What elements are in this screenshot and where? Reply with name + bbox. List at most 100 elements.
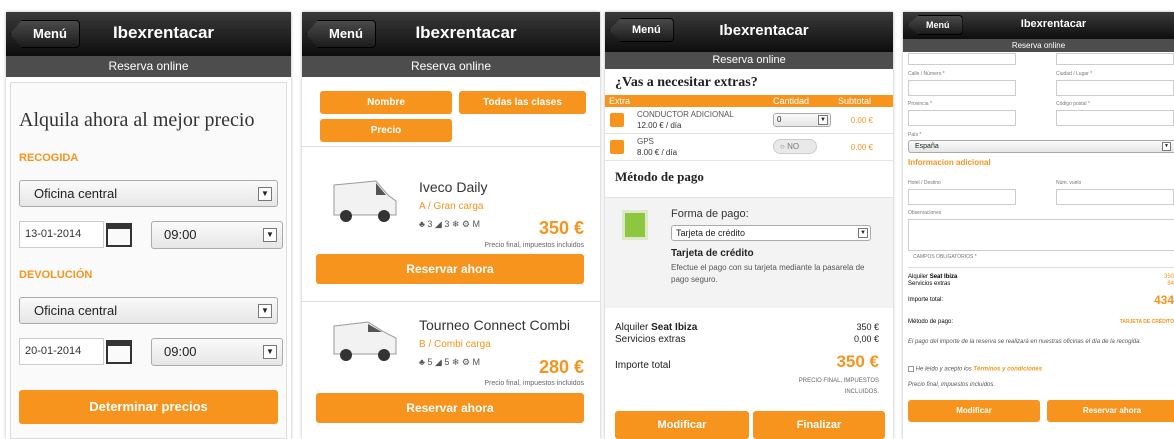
zip-label: Código postal * [1056, 101, 1090, 107]
chevron-down-icon: ▼ [858, 228, 868, 238]
brand-title: Ibexrentacar [719, 22, 809, 39]
return-date-field[interactable]: 20-01-2014 [19, 338, 104, 365]
province-input[interactable] [908, 110, 1016, 126]
terms-checkbox[interactable] [908, 366, 914, 372]
extra-subtotal: 0.00 € [850, 143, 873, 152]
rental-value: 350 € [856, 322, 879, 332]
terms-text: He leído y acepto los [915, 366, 972, 373]
gps-toggle[interactable]: ○ NO [773, 139, 817, 154]
reserve-button[interactable]: Reservar ahora [1047, 400, 1174, 422]
header-extra: Extra [609, 96, 631, 106]
pay-form-label: Forma de pago: [671, 208, 749, 220]
brand-title: Ibexrentacar [112, 23, 215, 42]
filter-bar: Nombre Todas las clases Precio [302, 77, 600, 147]
terms-link[interactable]: Términos y condiciones [973, 367, 1042, 373]
finish-button[interactable]: Finalizar [753, 411, 885, 439]
top-bar: Menú Ibexrentacar [6, 12, 291, 56]
payment-panel: Forma de pago: Tarjeta de crédito ▼ Tarje… [605, 198, 893, 308]
subtitle-bar: Reserva online [302, 56, 600, 77]
van-image [333, 180, 397, 222]
flight-label: Núm. vuelo [1056, 180, 1082, 186]
rental-label: Alquiler [615, 322, 649, 333]
determine-prices-button[interactable]: Determinar precios [19, 390, 278, 424]
previous-field[interactable] [1056, 53, 1174, 65]
rental-car: Seat Ibiza [929, 274, 958, 280]
city-input[interactable] [1056, 80, 1174, 96]
rental-label: Alquiler [908, 274, 929, 280]
reserve-button[interactable]: Reservar ahora [316, 254, 584, 284]
car-name: Iveco Daily [419, 179, 488, 195]
chevron-down-icon: ▼ [263, 345, 277, 359]
action-buttons: Modificar Finalizar [605, 411, 893, 439]
extra-name: CONDUCTOR ADICIONAL [637, 110, 734, 119]
required-note: CAMPOS OBLIGATORIOS * [913, 254, 977, 260]
method-value: TARJETA DE CRÉDITO [1119, 319, 1174, 325]
street-input[interactable] [908, 80, 1016, 96]
car-card: Tourneo Connect Combi B / Combi carga ♣ … [302, 302, 600, 439]
total-label: Importe total: [908, 297, 944, 303]
gps-icon [610, 140, 624, 154]
previous-field[interactable] [908, 53, 1016, 65]
top-bar: Menú Ibexrentacar [605, 12, 893, 52]
car-specs: ♣ 3 ◢ 3 ❄ ⚙ M [419, 219, 480, 229]
pickup-office-select[interactable]: Oficina central ▼ [19, 180, 278, 207]
car-card: Iveco Daily A / Gran carga ♣ 3 ◢ 3 ❄ ⚙ M… [302, 147, 600, 302]
header-quantity: Cantidad [773, 96, 810, 106]
pay-form-value: Tarjeta de crédito [676, 228, 746, 238]
calendar-icon[interactable] [106, 339, 132, 364]
pickup-time-select[interactable]: 09:00 ▼ [151, 221, 283, 249]
van-image [333, 321, 397, 361]
return-datetime: 20-01-2014 09:00 ▼ [19, 338, 283, 366]
car-class: B / Combi carga [419, 339, 491, 350]
extras-value: 0,00 € [853, 334, 879, 344]
top-bar: Menú Ibexrentacar [903, 12, 1174, 39]
modify-button[interactable]: Modificar [908, 400, 1040, 422]
chevron-down-icon: ▼ [818, 115, 828, 125]
sort-price-button[interactable]: Precio [320, 119, 452, 142]
sort-name-button[interactable]: Nombre [320, 91, 452, 114]
return-office-select[interactable]: Oficina central ▼ [19, 297, 278, 324]
extra-row: CONDUCTOR ADICIONAL 12.00 € / día 0 ▼ 0.0… [605, 107, 893, 134]
divider [908, 267, 1174, 268]
pickup-date-field[interactable]: 13-01-2014 [19, 221, 104, 248]
payment-note: El pago del importe de la reserva se rea… [908, 339, 1142, 345]
driver-quantity-select[interactable]: 0 ▼ [773, 113, 831, 127]
class-filter-button[interactable]: Todas las clases [459, 91, 586, 114]
pickup-label: RECOGIDA [19, 152, 79, 164]
calendar-icon[interactable] [106, 222, 132, 247]
rental-car: Seat Ibiza [651, 322, 698, 333]
price-note: Precio final, impuestos incluidos [484, 380, 584, 387]
screen-search: Menú Ibexrentacar Reserva online Alquila… [6, 12, 291, 439]
extra-row: GPS 8.00 € / día ○ NO 0.00 € [605, 134, 893, 161]
return-label: DEVOLUCIÓN [19, 269, 93, 281]
price-note: Precio final, impuestos incluidos [484, 242, 584, 249]
header-subtotal: Subtotal [838, 96, 872, 106]
method-label: Método de pago: [908, 319, 954, 325]
chevron-down-icon: ▼ [1162, 141, 1171, 151]
screen-extras-payment: Menú Ibexrentacar Reserva online ¿Vas a … [605, 12, 893, 439]
screen-car-list: Menú Ibexrentacar Reserva online Nombre … [302, 12, 600, 439]
pay-form-select[interactable]: Tarjeta de crédito ▼ [671, 225, 871, 241]
modify-button[interactable]: Modificar [615, 411, 749, 439]
return-time-select[interactable]: 09:00 ▼ [151, 338, 283, 366]
country-value: España [915, 143, 939, 150]
extra-subtotal: 0.00 € [850, 116, 873, 125]
total-label: Importe total [615, 360, 671, 371]
flight-input[interactable] [1056, 189, 1174, 205]
reserve-button[interactable]: Reservar ahora [316, 393, 584, 423]
pickup-office-value: Oficina central [34, 186, 118, 201]
pickup-time-value: 09:00 [164, 227, 197, 242]
final-note: Precio final, impuestos incluidos. [908, 382, 996, 388]
country-label: País * [908, 132, 922, 138]
screen-customer-form: Menú Ibexrentacar Reserva online Calle /… [903, 12, 1174, 439]
notes-textarea[interactable] [908, 219, 1174, 251]
driver-quantity-value: 0 [777, 115, 782, 124]
card-title: Tarjeta de crédito [671, 248, 754, 259]
zip-input[interactable] [1056, 110, 1174, 126]
car-name: Tourneo Connect Combi [419, 317, 570, 333]
subtitle-bar: Reserva online [6, 56, 291, 77]
country-select[interactable]: España ▼ [908, 140, 1174, 153]
car-class: A / Gran carga [419, 201, 484, 212]
card-description: Efectue el pago con su tarjeta mediante … [671, 263, 865, 284]
hotel-input[interactable] [908, 189, 1016, 205]
